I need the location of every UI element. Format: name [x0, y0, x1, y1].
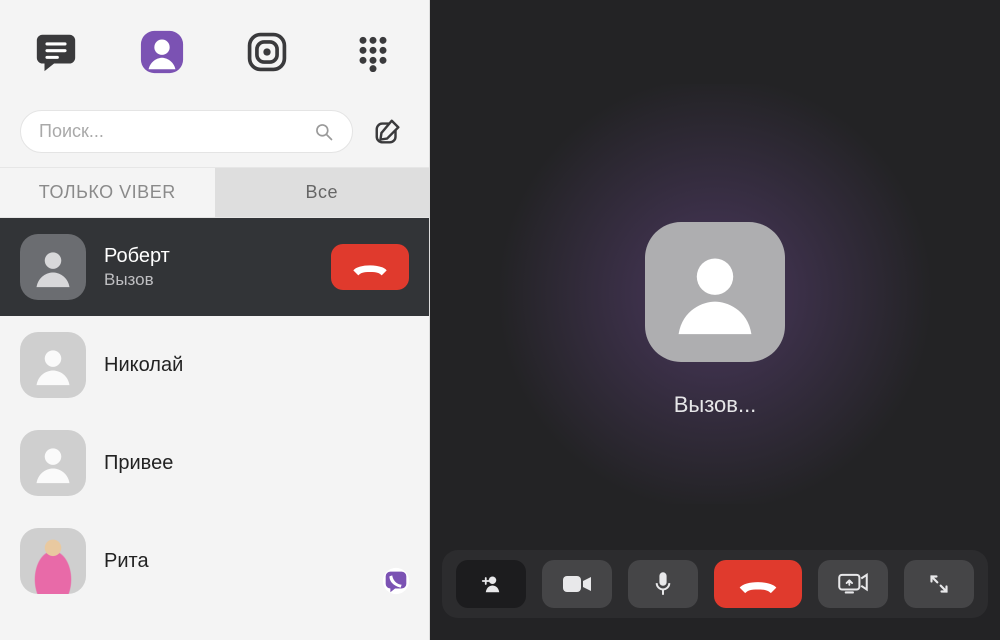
contact-row[interactable]: Николай — [0, 316, 429, 414]
avatar-placeholder-icon — [31, 441, 75, 485]
filter-all[interactable]: Все — [215, 168, 430, 217]
avatar-placeholder-icon — [31, 343, 75, 387]
search-icon — [314, 122, 334, 142]
contact-row-active[interactable]: Роберт Вызов — [0, 218, 429, 316]
filter-viber-only[interactable]: ТОЛЬКО VIBER — [0, 168, 215, 217]
call-status-text: Вызов... — [674, 392, 757, 418]
contact-name: Рита — [104, 550, 409, 573]
app-root: ТОЛЬКО VIBER Все Роберт Вызов — [0, 0, 1000, 640]
chats-tab[interactable] — [28, 22, 84, 82]
contact-status: Вызов — [104, 270, 313, 290]
screenshare-icon — [837, 573, 869, 595]
contact-name: Николай — [104, 354, 409, 377]
avatar — [20, 528, 86, 594]
mic-icon — [654, 571, 672, 597]
contact-list: Роберт Вызов Николай — [0, 218, 429, 640]
call-toolbar — [442, 550, 988, 618]
contact-meta: Рита — [104, 550, 409, 573]
call-panel: Вызов... — [430, 0, 1000, 640]
search-row — [0, 100, 429, 167]
avatar — [20, 234, 86, 300]
video-button[interactable] — [542, 560, 612, 608]
avatar — [20, 332, 86, 398]
compose-button[interactable] — [367, 111, 409, 153]
hangup-button-mini[interactable] — [331, 244, 409, 290]
expand-icon — [929, 574, 949, 594]
filter-tabs: ТОЛЬКО VIBER Все — [0, 167, 429, 218]
top-nav — [0, 0, 429, 100]
call-avatar — [645, 222, 785, 362]
sidebar: ТОЛЬКО VIBER Все Роберт Вызов — [0, 0, 430, 640]
screenshare-button[interactable] — [818, 560, 888, 608]
search-field[interactable] — [20, 110, 353, 153]
avatar — [20, 430, 86, 496]
search-input[interactable] — [39, 121, 314, 142]
mic-button[interactable] — [628, 560, 698, 608]
dialpad-icon — [353, 32, 393, 72]
video-icon — [561, 574, 593, 594]
contact-row[interactable]: Привее — [0, 414, 429, 512]
contact-meta: Николай — [104, 354, 409, 377]
contact-meta: Привее — [104, 452, 409, 475]
contact-name: Привее — [104, 452, 409, 475]
fullscreen-button[interactable] — [904, 560, 974, 608]
end-call-button[interactable] — [714, 560, 802, 608]
avatar-placeholder-icon — [669, 246, 761, 338]
add-participant-button[interactable] — [456, 560, 526, 608]
avatar-placeholder-icon — [31, 245, 75, 289]
contacts-tab[interactable] — [134, 22, 190, 82]
hangup-icon — [350, 256, 390, 278]
chat-bubble-icon — [33, 29, 79, 75]
compose-icon — [373, 117, 403, 147]
dialpad-tab[interactable] — [345, 22, 401, 82]
add-person-icon — [476, 572, 506, 596]
discover-tab[interactable] — [240, 22, 296, 82]
viber-badge-icon — [381, 566, 411, 596]
hangup-icon — [736, 573, 780, 595]
contact-row[interactable]: Рита — [0, 512, 429, 610]
discover-icon — [245, 30, 289, 74]
contact-name: Роберт — [104, 245, 313, 268]
contact-meta: Роберт Вызов — [104, 245, 313, 290]
person-icon — [139, 29, 185, 75]
